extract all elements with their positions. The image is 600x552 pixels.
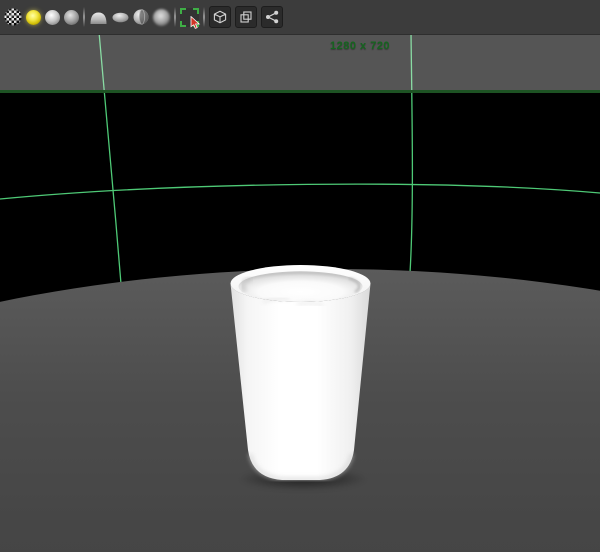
matte-sphere-dark-icon[interactable]	[64, 9, 79, 25]
soft-sphere-icon[interactable]	[153, 8, 170, 26]
disc-primitive-icon[interactable]	[112, 12, 129, 23]
checker-sphere-icon[interactable]	[4, 8, 22, 26]
share-nodes-icon	[266, 10, 279, 24]
overlapping-squares-icon	[240, 11, 252, 23]
toolbar-separator	[203, 7, 205, 27]
share-nodes-button[interactable]	[261, 6, 283, 28]
emissive-yellow-sphere-icon[interactable]	[26, 9, 41, 25]
outside-frame-overlay	[0, 35, 600, 90]
cube-wireframe-button[interactable]	[209, 6, 231, 28]
toolbar-separator	[174, 7, 176, 27]
cube-wireframe-icon	[213, 10, 227, 24]
half-sphere-primitive-icon[interactable]	[133, 9, 149, 25]
render-resolution-label: 1280 x 720	[330, 40, 391, 52]
viewport-canvas[interactable]: 1280 x 720	[0, 35, 600, 552]
overlapping-squares-button[interactable]	[235, 6, 257, 28]
render-frame-top-edge	[0, 90, 600, 93]
matte-sphere-light-icon[interactable]	[45, 9, 60, 25]
marquee-select-icon[interactable]	[180, 7, 201, 29]
dome-primitive-icon[interactable]	[89, 9, 108, 25]
toolbar	[0, 0, 600, 35]
cup-object[interactable]	[225, 258, 377, 488]
toolbar-separator	[83, 7, 85, 27]
